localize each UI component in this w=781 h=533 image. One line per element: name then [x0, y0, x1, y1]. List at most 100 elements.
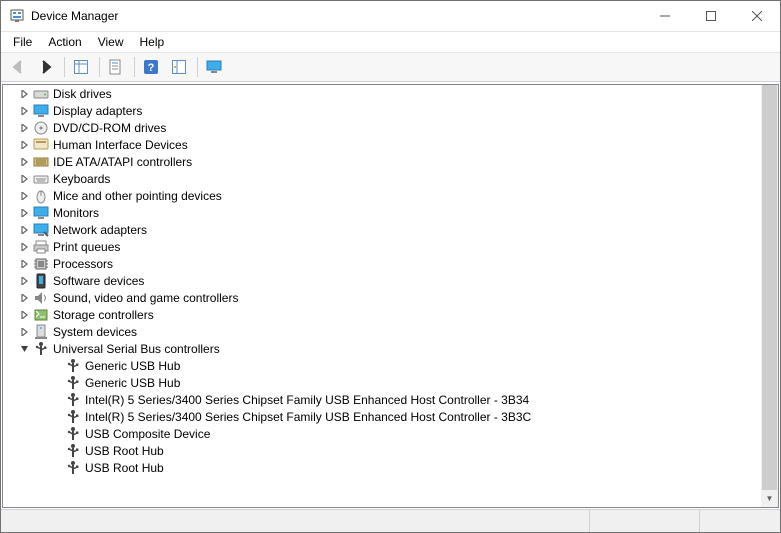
tree-category[interactable]: Display adapters: [3, 102, 778, 119]
tree-category-label: Keyboards: [53, 172, 110, 186]
tree-category-label: Disk drives: [53, 87, 112, 101]
menu-help[interactable]: Help: [132, 33, 173, 51]
properties-button[interactable]: [103, 54, 129, 80]
tree-category[interactable]: Storage controllers: [3, 306, 778, 323]
mouse-icon: [33, 188, 49, 204]
no-expander: [49, 443, 65, 459]
expand-icon[interactable]: [17, 222, 33, 238]
tree-device-label: Generic USB Hub: [85, 359, 180, 373]
tree-category-label: Universal Serial Bus controllers: [53, 342, 220, 356]
tree-category[interactable]: Network adapters: [3, 221, 778, 238]
vertical-scrollbar[interactable]: ▲ ▼: [761, 85, 778, 507]
tree-category[interactable]: DVD/CD-ROM drives: [3, 119, 778, 136]
tree-device[interactable]: USB Root Hub: [3, 442, 778, 459]
expand-icon[interactable]: [17, 290, 33, 306]
display-icon: [33, 103, 49, 119]
no-expander: [49, 460, 65, 476]
tree-category[interactable]: Processors: [3, 255, 778, 272]
collapse-icon[interactable]: [17, 341, 33, 357]
status-cell-3: [700, 510, 780, 532]
expand-icon[interactable]: [17, 137, 33, 153]
show-hide-tree-button[interactable]: [68, 54, 94, 80]
status-bar: [1, 509, 780, 532]
expand-icon[interactable]: [17, 120, 33, 136]
tree-device[interactable]: USB Composite Device: [3, 425, 778, 442]
hid-icon: [33, 137, 49, 153]
expand-icon[interactable]: [17, 239, 33, 255]
usb-icon: [65, 443, 81, 459]
software-icon: [33, 273, 49, 289]
title-bar: Device Manager: [1, 1, 780, 32]
tree-device[interactable]: USB Root Hub: [3, 459, 778, 476]
expand-icon[interactable]: [17, 103, 33, 119]
expand-icon[interactable]: [17, 273, 33, 289]
window: Device Manager File Action View Help Dis…: [0, 0, 781, 533]
usb-icon: [33, 341, 49, 357]
tree-category[interactable]: Keyboards: [3, 170, 778, 187]
toolbar: [1, 52, 780, 82]
expand-icon[interactable]: [17, 256, 33, 272]
tree-category[interactable]: System devices: [3, 323, 778, 340]
storage-icon: [33, 307, 49, 323]
scan-hardware-button[interactable]: [166, 54, 192, 80]
system-icon: [33, 324, 49, 340]
monitor-button[interactable]: [201, 54, 227, 80]
help-button[interactable]: [138, 54, 164, 80]
expand-icon[interactable]: [17, 154, 33, 170]
ide-icon: [33, 154, 49, 170]
tree-device-label: USB Root Hub: [85, 461, 164, 475]
expand-icon[interactable]: [17, 188, 33, 204]
device-tree[interactable]: Disk drives Display adapters DVD/CD-ROM dr…: [2, 84, 779, 508]
scroll-thumb[interactable]: [762, 85, 777, 507]
status-cell-2: [590, 510, 700, 532]
minimize-button[interactable]: [642, 1, 688, 31]
usb-icon: [65, 409, 81, 425]
expand-icon[interactable]: [17, 324, 33, 340]
tree-device[interactable]: Intel(R) 5 Series/3400 Series Chipset Fa…: [3, 408, 778, 425]
network-icon: [33, 222, 49, 238]
menu-file[interactable]: File: [5, 33, 40, 51]
maximize-button[interactable]: [688, 1, 734, 31]
tree-category[interactable]: Software devices: [3, 272, 778, 289]
content-area: Disk drives Display adapters DVD/CD-ROM dr…: [1, 82, 780, 509]
tree-category[interactable]: Human Interface Devices: [3, 136, 778, 153]
expand-icon[interactable]: [17, 86, 33, 102]
tree-category-label: Mice and other pointing devices: [53, 189, 222, 203]
usb-icon: [65, 426, 81, 442]
scroll-down-arrow-icon[interactable]: ▼: [761, 490, 778, 507]
tree-category-label: Sound, video and game controllers: [53, 291, 238, 305]
tree-category[interactable]: Disk drives: [3, 85, 778, 102]
tree-category-label: Print queues: [53, 240, 120, 254]
tree-category[interactable]: Print queues: [3, 238, 778, 255]
tree-category-label: Software devices: [53, 274, 144, 288]
tree-category[interactable]: IDE ATA/ATAPI controllers: [3, 153, 778, 170]
tree-device[interactable]: Generic USB Hub: [3, 374, 778, 391]
menu-bar: File Action View Help: [1, 32, 780, 52]
no-expander: [49, 426, 65, 442]
usb-icon: [65, 392, 81, 408]
app-icon: [9, 8, 25, 24]
tree-category-label: DVD/CD-ROM drives: [53, 121, 166, 135]
tree-category-label: Human Interface Devices: [53, 138, 188, 152]
menu-action[interactable]: Action: [40, 33, 89, 51]
monitor-icon: [33, 205, 49, 221]
tree-category[interactable]: Monitors: [3, 204, 778, 221]
expand-icon[interactable]: [17, 171, 33, 187]
menu-view[interactable]: View: [90, 33, 132, 51]
no-expander: [49, 375, 65, 391]
tree-device-label: Generic USB Hub: [85, 376, 180, 390]
close-button[interactable]: [734, 1, 780, 31]
tree-category[interactable]: Sound, video and game controllers: [3, 289, 778, 306]
printer-icon: [33, 239, 49, 255]
tree-category[interactable]: Mice and other pointing devices: [3, 187, 778, 204]
tree-category-label: Display adapters: [53, 104, 142, 118]
tree-device[interactable]: Generic USB Hub: [3, 357, 778, 374]
tree-device-label: Intel(R) 5 Series/3400 Series Chipset Fa…: [85, 393, 529, 407]
tree-category-label: Network adapters: [53, 223, 147, 237]
expand-icon[interactable]: [17, 205, 33, 221]
forward-button[interactable]: [33, 54, 59, 80]
tree-category[interactable]: Universal Serial Bus controllers: [3, 340, 778, 357]
tree-device[interactable]: Intel(R) 5 Series/3400 Series Chipset Fa…: [3, 391, 778, 408]
back-button[interactable]: [5, 54, 31, 80]
expand-icon[interactable]: [17, 307, 33, 323]
